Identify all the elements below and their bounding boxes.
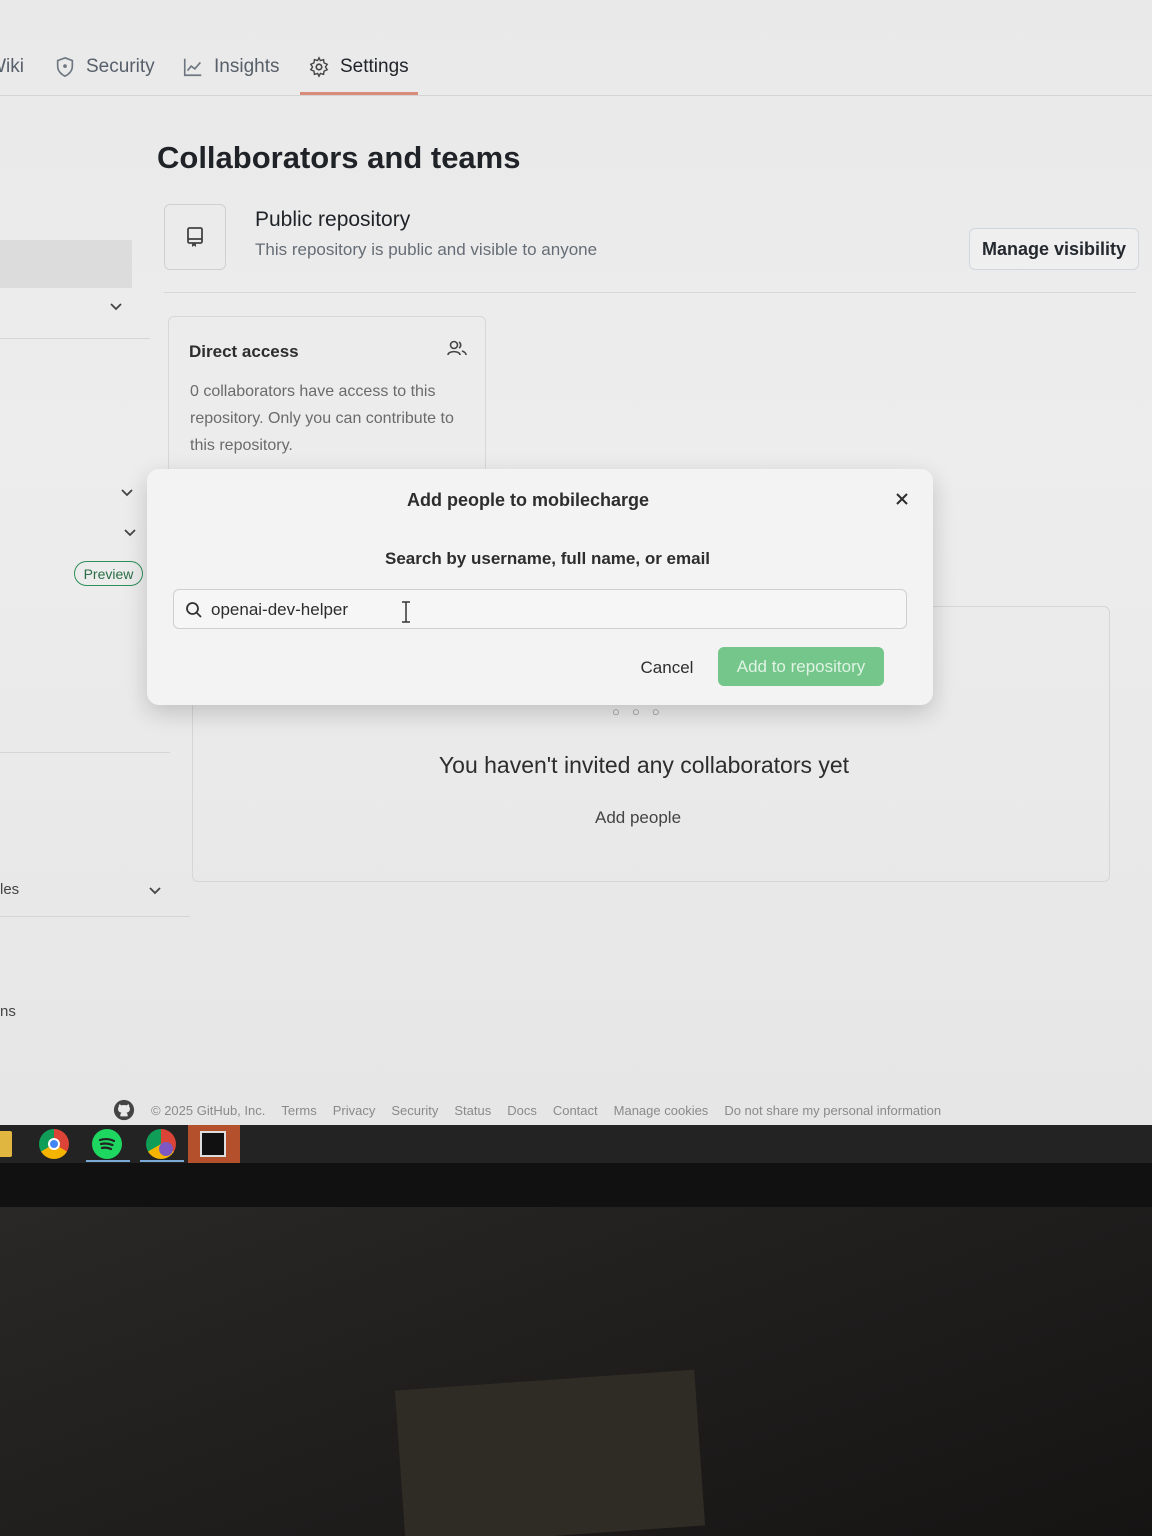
footer-link-security[interactable]: Security [391,1103,438,1118]
sidebar-selected-item[interactable] [0,240,132,288]
terminal-app-highlight[interactable] [188,1125,240,1163]
close-icon [896,493,908,505]
add-people-button[interactable]: Add people [595,808,681,828]
direct-access-title: Direct access [189,342,299,361]
terminal-icon [200,1131,226,1157]
people-icon [447,340,467,356]
screen: Wiki Security Insights Settings Preview … [0,0,1152,1125]
direct-access-body: 0 collaborators have access to this repo… [190,383,454,454]
empty-state-title: You haven't invited any collaborators ye… [438,752,850,778]
add-to-repository-button[interactable]: Add to repository [718,647,884,686]
repo-icon-box [164,204,226,270]
github-logo-icon[interactable] [113,1099,135,1121]
tab-insights[interactable]: Insights [182,52,279,82]
tab-wiki[interactable]: Wiki [0,52,24,82]
chevron-down-icon[interactable] [147,882,163,898]
footer-link-status[interactable]: Status [454,1103,491,1118]
sticky-note [394,1369,706,1536]
cancel-button[interactable]: Cancel [633,653,701,683]
dialog-title: Add people to mobilecharge [407,490,650,510]
visibility-description: This repository is public and visible to… [255,240,598,259]
chevron-down-icon[interactable] [122,524,138,540]
active-app-indicator [140,1160,184,1162]
visibility-title: Public repository [255,208,411,231]
tab-label: Wiki [0,56,24,77]
monitor-bezel [0,1163,1152,1207]
search-input[interactable] [211,596,811,624]
section-divider [164,292,1136,293]
footer-link-terms[interactable]: Terms [281,1103,316,1118]
footer-link-manage-cookies[interactable]: Manage cookies [614,1103,709,1118]
sidebar-divider [0,916,190,917]
footer-link-do-not-share[interactable]: Do not share my personal information [724,1103,941,1118]
tab-label: Insights [214,56,280,77]
copyright-text: © 2025 GitHub, Inc. [151,1102,266,1118]
repo-icon [187,227,203,247]
shield-icon [56,56,74,78]
sidebar-item-label[interactable]: les [0,881,19,898]
close-button[interactable] [892,489,912,509]
people-placeholder-icons: ○○○ [612,704,672,719]
text-cursor-icon [402,601,410,623]
tab-settings[interactable]: Settings [308,52,409,82]
footer-link-privacy[interactable]: Privacy [333,1103,376,1118]
manage-visibility-button[interactable]: Manage visibility [969,228,1139,270]
repo-tab-nav: Wiki Security Insights Settings [0,40,1152,96]
chevron-down-icon[interactable] [119,484,135,500]
os-taskbar [0,1125,1152,1163]
sidebar-item-label[interactable]: ns [0,1003,16,1020]
tab-label: Settings [340,56,409,77]
page-title: Collaborators and teams [157,140,521,175]
active-app-indicator [86,1160,130,1162]
chrome-icon[interactable] [39,1129,69,1159]
search-icon [186,602,202,618]
tab-security[interactable]: Security [54,52,155,82]
footer-link-contact[interactable]: Contact [553,1103,598,1118]
chrome-profile-icon[interactable] [146,1129,176,1159]
tab-label: Security [86,56,155,77]
preview-badge: Preview [74,561,143,586]
gear-icon [309,56,329,78]
page-footer: © 2025 GitHub, Inc. Terms Privacy Securi… [113,1098,941,1122]
footer-link-docs[interactable]: Docs [507,1103,537,1118]
chevron-down-icon[interactable] [108,298,124,314]
active-tab-indicator [300,92,418,95]
spotify-icon[interactable] [92,1129,122,1159]
search-label: Search by username, full name, or email [385,549,711,568]
graph-icon [183,58,202,77]
sidebar-divider [0,338,150,339]
file-explorer-icon[interactable] [0,1131,12,1157]
